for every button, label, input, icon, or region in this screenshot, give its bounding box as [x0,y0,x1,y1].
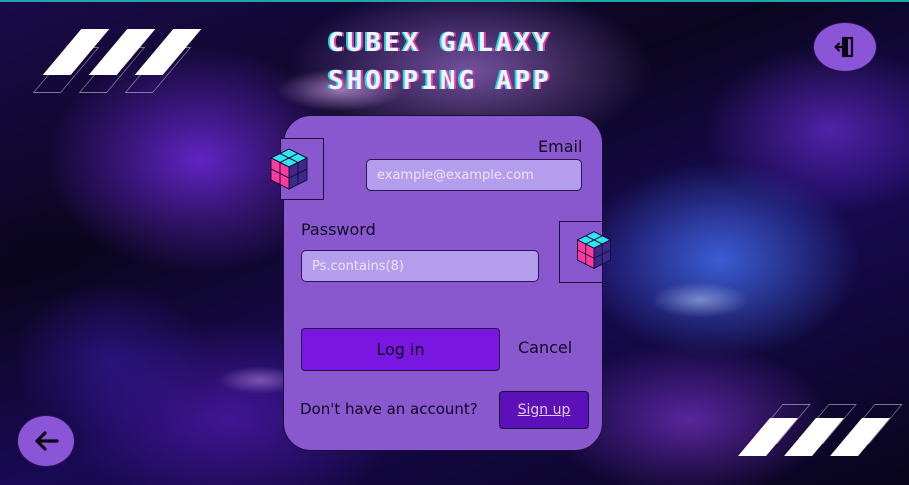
rubiks-cube-icon [269,148,309,190]
email-label: Email [538,137,583,156]
back-button[interactable] [17,415,75,467]
cube-frame-right [559,221,612,283]
app-title-line-1: Cubex Galaxy [328,28,552,58]
logout-button[interactable] [813,22,877,72]
top-accent-line [0,0,909,2]
app-title: Cubex Galaxy Shopping App [250,24,630,100]
decorative-stripes-top-left [32,29,202,93]
signup-button[interactable]: Sign up [499,391,589,429]
password-label: Password [301,220,376,239]
email-field[interactable] [366,159,582,191]
rubiks-cube-icon [576,231,612,270]
login-card: Email Password Log in Cancel Don't have … [269,115,612,451]
cube-frame-top-left [269,138,324,200]
cancel-button[interactable]: Cancel [518,338,572,357]
decorative-stripes-bottom-right [730,404,903,456]
login-button[interactable]: Log in [301,328,500,371]
logout-icon [834,36,854,58]
no-account-text: Don't have an account? [300,400,478,418]
arrow-left-icon [35,431,59,451]
password-field[interactable] [301,250,539,282]
app-title-line-2: Shopping App [328,66,552,96]
